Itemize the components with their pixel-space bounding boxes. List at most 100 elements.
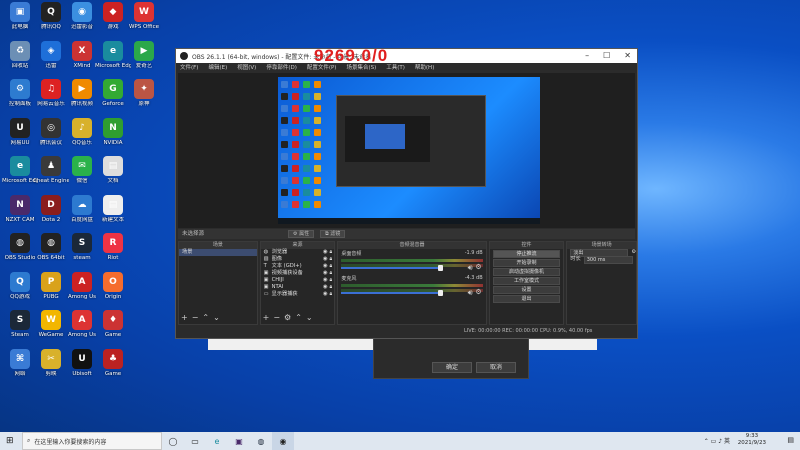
volume-slider[interactable] bbox=[341, 290, 444, 296]
menu-item[interactable]: 文件(F) bbox=[180, 63, 198, 73]
menu-item[interactable]: 工具(T) bbox=[386, 63, 405, 73]
preview-icon bbox=[292, 141, 299, 148]
notification-icon[interactable]: ▤ bbox=[787, 436, 794, 444]
control-button[interactable]: 开始录制 bbox=[492, 259, 561, 267]
visibility-icon[interactable]: ◉ bbox=[323, 270, 328, 277]
app-icon: ▶ bbox=[72, 79, 92, 99]
visibility-icon[interactable]: ◉ bbox=[323, 249, 328, 256]
menu-item[interactable]: 帮助(H) bbox=[415, 63, 434, 73]
app-icon: ♪ bbox=[72, 117, 92, 138]
desktop-icon[interactable]: ♦ Game bbox=[95, 310, 131, 339]
lock-icon[interactable]: 🔒︎ bbox=[330, 277, 333, 284]
source-name: 显示器捕获 bbox=[271, 291, 298, 297]
channel-gear-icon[interactable]: ⚙ bbox=[475, 263, 481, 271]
dialog-cancel-button[interactable]: 取消 bbox=[476, 362, 516, 373]
menu-item[interactable]: 视图(V) bbox=[237, 63, 256, 73]
desktop-icon-label: 文档 bbox=[107, 178, 119, 184]
volume-slider[interactable] bbox=[341, 265, 444, 271]
visibility-icon[interactable]: ◉ bbox=[323, 277, 328, 284]
lock-icon[interactable]: 🔒︎ bbox=[330, 256, 333, 263]
app-icon: U bbox=[10, 117, 30, 138]
steam-taskbar-icon[interactable]: ◍ bbox=[250, 432, 272, 450]
desktop-icon[interactable]: ▶ 爱奇艺 bbox=[126, 40, 162, 70]
lock-icon[interactable]: 🔒︎ bbox=[330, 263, 333, 270]
source-item[interactable]: ▨ 图像 ◉ 🔒︎ bbox=[261, 256, 335, 263]
source-item[interactable]: ▣ 视频捕获设备 ◉ 🔒︎ bbox=[261, 270, 335, 277]
desktop-icon[interactable]: ▤ 新建文本 bbox=[95, 194, 131, 224]
visibility-icon[interactable]: ◉ bbox=[323, 256, 328, 263]
source-item[interactable]: T 文本 (GDI+) ◉ 🔒︎ bbox=[261, 263, 335, 270]
filters-button[interactable]: ⧉ 滤镜 bbox=[320, 230, 346, 238]
lock-icon[interactable]: 🔒︎ bbox=[330, 249, 333, 256]
visibility-icon[interactable]: ◉ bbox=[323, 284, 328, 291]
source-item[interactable]: ▣ NTAI ◉ 🔒︎ bbox=[261, 284, 335, 291]
source-type-icon: ▣ bbox=[263, 270, 269, 276]
scene-item[interactable]: 场景 bbox=[179, 249, 257, 256]
channel-gear-icon[interactable]: ⚙ bbox=[475, 288, 481, 296]
lock-icon[interactable]: 🔒︎ bbox=[330, 270, 333, 277]
desktop-icon[interactable]: ♣ Game bbox=[95, 348, 131, 378]
source-toolbar: 未选择源 ⚙ 属性 ⧉ 滤镜 bbox=[178, 229, 635, 239]
control-button[interactable]: 停止推流 bbox=[492, 250, 561, 258]
taskbar: ⊞ ⌕ 在这里输入你要搜索的内容 ◯ ▭ e ▣ ◍ ◉ ⌃ ▭ ♪ 英 9:3… bbox=[0, 432, 800, 450]
add-source-icon[interactable]: + bbox=[263, 314, 270, 322]
source-up-icon[interactable]: ⌃ bbox=[295, 314, 302, 322]
speaker-icon[interactable]: 🔊︎ bbox=[468, 263, 473, 273]
obs-taskbar-icon[interactable]: ◉ bbox=[272, 432, 294, 450]
dialog-ok-button[interactable]: 确定 bbox=[432, 362, 472, 373]
control-button[interactable]: 启动虚拟摄像机 bbox=[492, 268, 561, 276]
speaker-icon[interactable]: 🔊︎ bbox=[468, 288, 473, 298]
taskbar-clock[interactable]: 9:33 2021/9/23 bbox=[738, 433, 766, 447]
move-down-icon[interactable]: ⌄ bbox=[213, 314, 220, 322]
maximize-icon[interactable]: ☐ bbox=[603, 51, 610, 60]
source-name: 浏览器 bbox=[271, 249, 288, 255]
desktop-icon[interactable]: ▤ 文档 bbox=[95, 156, 131, 185]
remove-source-icon[interactable]: − bbox=[273, 314, 280, 322]
source-item[interactable]: ◍ 浏览器 ◉ 🔒︎ bbox=[261, 249, 335, 256]
level-meter bbox=[341, 284, 483, 287]
nzxt-taskbar-icon[interactable]: ▣ bbox=[228, 432, 250, 450]
add-scene-icon[interactable]: + bbox=[181, 314, 188, 322]
source-down-icon[interactable]: ⌄ bbox=[306, 314, 313, 322]
desktop-icon-label: 新建文本 bbox=[101, 216, 124, 223]
source-item[interactable]: ▣ CHIJI ◉ 🔒︎ bbox=[261, 277, 335, 284]
desktop-icon[interactable]: W WPS Office bbox=[126, 2, 162, 31]
background-window-strip-right bbox=[529, 339, 597, 350]
tray-icons[interactable]: ⌃ ▭ ♪ 英 bbox=[704, 436, 730, 445]
visibility-icon[interactable]: ◉ bbox=[323, 263, 328, 270]
visibility-icon[interactable]: ◉ bbox=[323, 291, 328, 298]
desktop-icon[interactable]: R Riot bbox=[95, 233, 131, 262]
edge-taskbar-icon[interactable]: e bbox=[206, 432, 228, 450]
remove-scene-icon[interactable]: − bbox=[192, 314, 199, 322]
menu-item[interactable]: 停靠部件(D) bbox=[266, 63, 297, 73]
app-icon: R bbox=[103, 233, 123, 253]
menu-item[interactable]: 编辑(E) bbox=[208, 63, 227, 73]
lock-icon[interactable]: 🔒︎ bbox=[330, 284, 333, 291]
control-button[interactable]: 退出 bbox=[492, 295, 561, 303]
source-item[interactable]: ▭ 显示器捕获 ◉ 🔒︎ bbox=[261, 291, 335, 298]
app-icon: Q bbox=[41, 2, 61, 22]
properties-button[interactable]: ⚙ 属性 bbox=[288, 230, 315, 238]
preview-icon bbox=[314, 105, 321, 112]
desktop-icon[interactable]: ✦ 原神 bbox=[126, 79, 162, 108]
app-icon: ◉ bbox=[72, 2, 92, 22]
windows-start-icon[interactable]: ⊞ bbox=[6, 436, 14, 446]
close-icon[interactable]: ✕ bbox=[624, 51, 631, 60]
desktop-icon[interactable]: N NVIDIA bbox=[95, 117, 131, 147]
task-view-icon[interactable]: ◯ bbox=[162, 432, 184, 450]
control-button[interactable]: 设置 bbox=[492, 286, 561, 294]
minimize-icon[interactable]: – bbox=[585, 51, 589, 60]
mixer-header: 音频混音器 bbox=[338, 242, 486, 249]
app-icon: W bbox=[41, 310, 61, 330]
control-button[interactable]: 工作室模式 bbox=[492, 277, 561, 285]
source-settings-icon[interactable]: ⚙ bbox=[284, 314, 291, 322]
channel-name: 麦克风 bbox=[341, 276, 357, 282]
desktop-icon[interactable]: O Origin bbox=[95, 271, 131, 301]
taskbar-search[interactable]: ⌕ 在这里输入你要搜索的内容 bbox=[22, 432, 162, 450]
move-up-icon[interactable]: ⌃ bbox=[202, 314, 209, 322]
obs-preview[interactable] bbox=[178, 73, 635, 228]
duration-input[interactable]: 300 ms bbox=[583, 255, 633, 264]
duration-label: 时长 bbox=[570, 256, 581, 262]
lock-icon[interactable]: 🔒︎ bbox=[330, 291, 333, 298]
file-explorer-icon[interactable]: ▭ bbox=[184, 432, 206, 450]
